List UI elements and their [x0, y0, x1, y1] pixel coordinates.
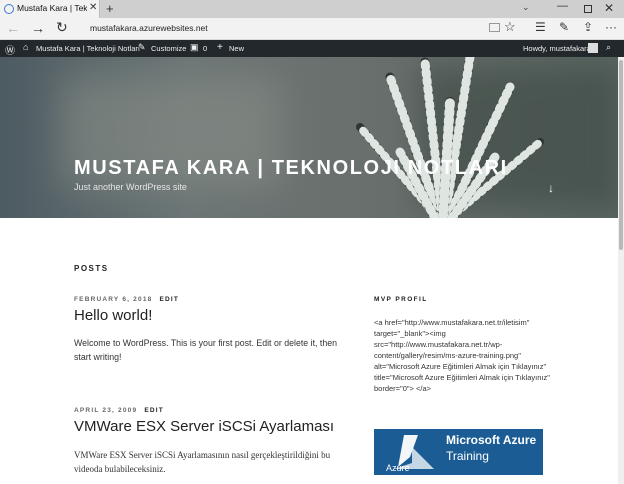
site-header: MUSTAFA KARA | TEKNOLOJI NOTLARI Just an… — [0, 57, 624, 218]
widget-html-text: <a href="http://www.mustafakara.net.tr/i… — [374, 318, 550, 393]
scroll-down-icon[interactable]: ↓ — [548, 181, 554, 195]
back-arrow-icon[interactable]: ← — [6, 20, 20, 36]
browser-nav-bar: ← → ↻ mustafakara.azurewebsites.net ☆ ☰ … — [0, 18, 624, 40]
refresh-icon[interactable]: ↻ — [56, 19, 68, 36]
hub-icon[interactable]: ☰ — [535, 20, 546, 34]
web-note-icon[interactable]: ✎ — [559, 20, 569, 34]
post-date[interactable]: FEBRUARY 6, 2018 — [74, 296, 152, 303]
wp-admin-bar: Ⓦ ⌂ Mustafa Kara | Teknoloji Notları ✎ C… — [0, 40, 624, 57]
reading-view-icon[interactable] — [489, 23, 500, 32]
post-excerpt: VMWare ESX Server iSCSi Ayarlamasının na… — [74, 450, 331, 474]
minimize-icon[interactable]: — — [557, 0, 568, 12]
post-excerpt: Welcome to WordPress. This is your first… — [74, 338, 338, 362]
browser-tab[interactable]: Mustafa Kara | Teknoloji ✕ — [0, 0, 100, 18]
new-tab-icon[interactable]: + — [106, 1, 114, 16]
maximize-icon[interactable] — [584, 5, 592, 13]
dashboard-icon: ⌂ — [23, 42, 29, 52]
scrollbar-thumb[interactable] — [619, 60, 623, 250]
more-options-icon[interactable]: ··· — [605, 20, 617, 34]
banner-line2: Training — [446, 449, 489, 463]
site-title[interactable]: MUSTAFA KARA | TEKNOLOJI NOTLARI — [74, 157, 508, 180]
customize-link[interactable]: Customize — [151, 44, 186, 53]
site-favicon-icon — [4, 4, 14, 14]
post-title[interactable]: VMWare ESX Server iSCSi Ayarlaması — [74, 418, 334, 435]
close-tab-icon[interactable]: ✕ — [89, 2, 97, 13]
share-icon[interactable]: ⇪ — [583, 20, 593, 34]
plus-icon[interactable]: + — [217, 42, 223, 53]
site-tagline: Just another WordPress site — [74, 182, 187, 192]
header-plant-image — [356, 57, 544, 218]
favorite-star-icon[interactable]: ☆ — [504, 19, 516, 35]
banner-line1: Microsoft Azure — [446, 433, 537, 447]
forward-arrow-icon[interactable]: → — [31, 20, 45, 36]
edit-link[interactable]: EDIT — [144, 407, 164, 414]
wordpress-logo-icon[interactable]: Ⓦ — [5, 42, 15, 57]
edit-link[interactable]: EDIT — [159, 296, 179, 303]
azure-logo-text: Azure — [386, 463, 410, 473]
close-window-icon[interactable]: ✕ — [604, 1, 614, 15]
brush-icon: ✎ — [138, 42, 146, 52]
azure-training-banner[interactable]: Azure Microsoft Azure Training — [374, 429, 543, 475]
chevron-down-icon[interactable]: ⌄ — [522, 2, 530, 13]
post-meta: FEBRUARY 6, 2018 EDIT — [74, 296, 179, 303]
post-title[interactable]: Hello world! — [74, 307, 152, 324]
azure-logo-icon: Azure — [386, 435, 434, 473]
post-date[interactable]: APRIL 23, 2009 — [74, 407, 137, 414]
comment-icon[interactable]: ▣ — [190, 42, 199, 53]
comment-count[interactable]: 0 — [203, 44, 207, 53]
widget-title: MVP PROFIL — [374, 296, 428, 303]
search-icon[interactable]: ⌕ — [606, 42, 611, 53]
new-content-link[interactable]: New — [229, 44, 244, 53]
avatar[interactable] — [588, 43, 598, 53]
address-bar[interactable]: mustafakara.azurewebsites.net — [90, 23, 208, 33]
admin-site-name[interactable]: Mustafa Kara | Teknoloji Notları — [36, 44, 140, 53]
posts-heading: POSTS — [74, 264, 109, 273]
post-meta: APRIL 23, 2009 EDIT — [74, 407, 164, 414]
howdy-user[interactable]: Howdy, mustafakara — [523, 44, 591, 53]
browser-tab-bar: Mustafa Kara | Teknoloji ✕ + ⌄ — ✕ — [0, 0, 624, 18]
tab-title: Mustafa Kara | Teknoloji — [17, 3, 87, 13]
